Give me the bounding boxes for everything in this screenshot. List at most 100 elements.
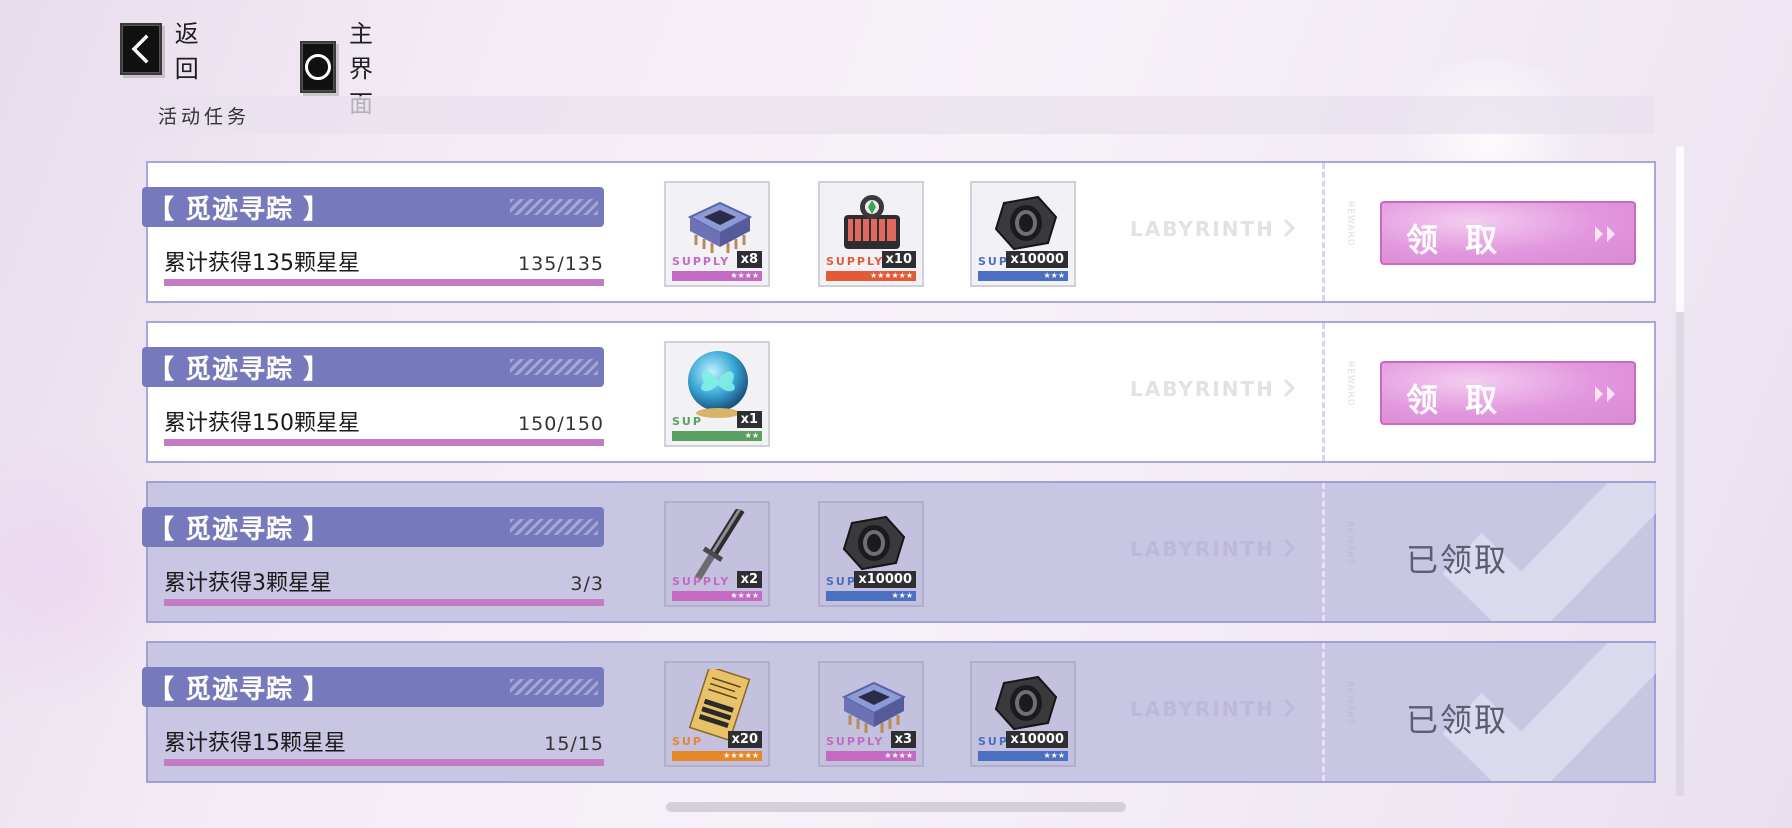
reward-vertical-tag: REWARD <box>1345 681 1355 727</box>
double-arrow-icon <box>1595 226 1615 242</box>
claimed-status: 已领取 <box>1406 701 1509 739</box>
card-divider <box>1322 163 1325 301</box>
circle-home-icon <box>300 40 336 93</box>
reward-supply-label: SUPPLY <box>672 575 731 588</box>
claim-button[interactable]: 领 取 <box>1380 361 1636 425</box>
task-progress-bar <box>164 439 604 446</box>
reward-supply-label: SUP <box>672 735 703 748</box>
back-label: 返回 <box>174 20 199 83</box>
reward-supply-label: SUP <box>826 575 857 588</box>
reward-vertical-tag: REWARD <box>1345 361 1355 407</box>
task-title: 【 觅迹寻踪 】 <box>148 354 331 385</box>
reward-supply-label: SUP <box>672 415 703 428</box>
reward-rarity-stars: ★★★★★★ <box>826 271 916 281</box>
labyrinth-label: LABYRINTH <box>1130 377 1275 401</box>
labyrinth-watermark: LABYRINTH <box>1130 377 1295 401</box>
task-title-bar: 【 觅迹寻踪 】 <box>142 507 604 547</box>
task-card: 【 觅迹寻踪 】累计获得135颗星星 135/135 SUPPLY x8 ★★★★ SUP… <box>142 161 1656 303</box>
title-stripes-decoration <box>510 679 598 695</box>
horizontal-scroll-indicator <box>666 802 1126 812</box>
task-progress-bar <box>164 599 604 606</box>
scrollbar-thumb[interactable] <box>1676 146 1684 312</box>
reward-rarity-stars: ★★★★★ <box>672 751 762 761</box>
labyrinth-watermark: LABYRINTH <box>1130 217 1295 241</box>
chevron-right-icon <box>1283 538 1295 558</box>
reward-item[interactable]: SUPPLY x10 ★★★★★★ <box>818 181 924 287</box>
reward-rarity-stars: ★★★★ <box>672 271 762 281</box>
reward-supply-label: SUPPLY <box>672 255 731 268</box>
labyrinth-watermark: LABYRINTH <box>1130 537 1295 561</box>
task-title: 【 觅迹寻踪 】 <box>148 194 331 225</box>
reward-quantity: x10 <box>881 251 916 268</box>
task-description: 累计获得15颗星星 <box>164 731 346 756</box>
labyrinth-label: LABYRINTH <box>1130 537 1275 561</box>
card-divider <box>1322 483 1325 621</box>
task-progress-text: 150/150 <box>518 413 604 435</box>
task-progress-fill <box>164 439 604 446</box>
claimed-status: 已领取 <box>1406 541 1509 579</box>
double-arrow-icon <box>1595 386 1615 402</box>
section-title: 活动任务 <box>158 105 251 128</box>
card-divider <box>1322 643 1325 781</box>
reward-quantity: x10000 <box>1006 251 1068 268</box>
reward-rarity-stars: ★★★ <box>978 751 1068 761</box>
reward-vertical-tag: REWARD <box>1345 521 1355 567</box>
labyrinth-label: LABYRINTH <box>1130 697 1275 721</box>
task-card: 【 觅迹寻踪 】累计获得3颗星星 3/3 SUPPLY x2 ★★★★ SUP x10000… <box>142 481 1656 623</box>
reward-supply-label: SUPPLY <box>826 255 885 268</box>
reward-quantity: x2 <box>736 571 762 588</box>
task-title-bar: 【 觅迹寻踪 】 <box>142 347 604 387</box>
task-title-bar: 【 觅迹寻踪 】 <box>142 187 604 227</box>
task-progress-bar <box>164 759 604 766</box>
reward-vertical-tag: REWARD <box>1345 201 1355 247</box>
reward-item[interactable]: SUPP x10000 ★★★ <box>970 181 1076 287</box>
chevron-right-icon <box>1283 218 1295 238</box>
section-header: 活动任务 <box>138 96 1654 134</box>
task-progress-text: 15/15 <box>544 733 604 755</box>
reward-item[interactable]: SUPPLY x2 ★★★★ <box>664 501 770 607</box>
title-stripes-decoration <box>510 359 598 375</box>
task-description: 累计获得135颗星星 <box>164 251 360 276</box>
back-button[interactable]: 返回 <box>120 14 211 84</box>
claim-label: 领 取 <box>1406 221 1506 259</box>
reward-rarity-stars: ★★★ <box>826 591 916 601</box>
task-progress-fill <box>164 759 604 766</box>
reward-rarity-stars: ★★★★ <box>826 751 916 761</box>
reward-item[interactable]: SUPP x10000 ★★★ <box>970 661 1076 767</box>
title-stripes-decoration <box>510 519 598 535</box>
reward-quantity: x1 <box>736 411 762 428</box>
claim-label: 领 取 <box>1406 381 1506 419</box>
reward-quantity: x20 <box>727 731 762 748</box>
chevron-left-icon <box>120 23 162 75</box>
labyrinth-watermark: LABYRINTH <box>1130 697 1295 721</box>
reward-item[interactable]: SUPPLY x8 ★★★★ <box>664 181 770 287</box>
reward-quantity: x3 <box>890 731 916 748</box>
reward-item[interactable]: SUPPLY x3 ★★★★ <box>818 661 924 767</box>
reward-item[interactable]: SUP x10000 ★★★ <box>818 501 924 607</box>
reward-item[interactable]: SUP x20 ★★★★★ <box>664 661 770 767</box>
task-card: 【 觅迹寻踪 】累计获得15颗星星 15/15 SUP x20 ★★★★★ SUPPLY x… <box>142 641 1656 783</box>
task-title: 【 觅迹寻踪 】 <box>148 514 331 545</box>
reward-quantity: x8 <box>736 251 762 268</box>
chevron-right-icon <box>1283 698 1295 718</box>
task-description: 累计获得150颗星星 <box>164 411 360 436</box>
task-progress-bar <box>164 279 604 286</box>
reward-rarity-stars: ★★★★ <box>672 591 762 601</box>
task-title: 【 觅迹寻踪 】 <box>148 674 331 705</box>
card-divider <box>1322 323 1325 461</box>
vertical-scrollbar[interactable] <box>1676 146 1684 796</box>
reward-item[interactable]: SUP x1 ★★ <box>664 341 770 447</box>
reward-quantity: x10000 <box>1006 731 1068 748</box>
reward-rarity-stars: ★★★ <box>978 271 1068 281</box>
task-description: 累计获得3颗星星 <box>164 571 332 596</box>
task-progress-text: 135/135 <box>518 253 604 275</box>
chevron-right-icon <box>1283 378 1295 398</box>
task-progress-fill <box>164 279 604 286</box>
reward-rarity-stars: ★★ <box>672 431 762 441</box>
labyrinth-label: LABYRINTH <box>1130 217 1275 241</box>
task-progress-fill <box>164 599 604 606</box>
task-progress-text: 3/3 <box>570 573 604 595</box>
task-card: 【 觅迹寻踪 】累计获得150颗星星 150/150 SUP x1 ★★ LABYRINT… <box>142 321 1656 463</box>
reward-quantity: x10000 <box>854 571 916 588</box>
claim-button[interactable]: 领 取 <box>1380 201 1636 265</box>
